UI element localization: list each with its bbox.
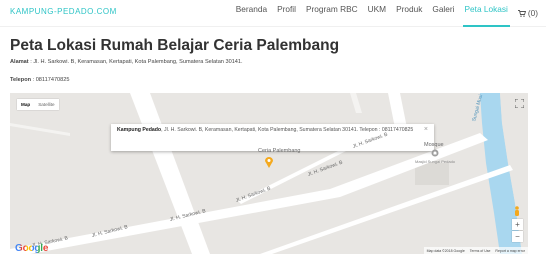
pegman-icon[interactable] bbox=[513, 206, 521, 218]
page-title-strong: Rumah Belajar Ceria Palembang bbox=[100, 37, 340, 54]
map-type-satellite[interactable]: Satellite bbox=[34, 99, 58, 110]
mosque-label: Mosque bbox=[424, 142, 444, 148]
map-type-control: Map Satellite bbox=[17, 99, 59, 110]
address-value: : Jl. H. Sarkowi. B, Keramasan, Kertapat… bbox=[28, 59, 243, 65]
nav-item-program-rbc[interactable]: Program RBC bbox=[306, 0, 358, 27]
address-line: Alamat : Jl. H. Sarkowi. B, Keramasan, K… bbox=[10, 59, 243, 65]
info-window-title: Kampung Pedado bbox=[117, 127, 162, 133]
poi-label: Ceria Palembang bbox=[258, 148, 301, 154]
map-marker-icon[interactable] bbox=[264, 156, 274, 168]
attribution-map-data: Map data ©2018 Google bbox=[426, 248, 465, 253]
page-title: Peta Lokasi Rumah Belajar Ceria Palemban… bbox=[10, 37, 339, 55]
map-embed[interactable]: Map Satellite Sungai Musi Kampung Pedado… bbox=[10, 93, 528, 254]
zoom-in-button[interactable]: + bbox=[512, 219, 523, 230]
phone-line: Telepon : 08117470825 bbox=[10, 77, 70, 83]
nav-item-profil[interactable]: Profil bbox=[277, 0, 296, 27]
close-icon[interactable]: × bbox=[424, 126, 428, 133]
map-attribution: Map data ©2018 Google Terms of Use Repor… bbox=[423, 247, 528, 254]
nav-item-galeri[interactable]: Galeri bbox=[432, 0, 454, 27]
info-window-text: , Jl. H. Sarkowi. B, Keramasan, Kertapat… bbox=[161, 127, 414, 133]
mosque-sublabel: Masjid Sungai Pedado bbox=[415, 159, 456, 164]
map-type-map[interactable]: Map bbox=[17, 99, 34, 110]
nav-item-ukm[interactable]: UKM bbox=[368, 0, 386, 27]
nav-item-peta-lokasi[interactable]: Peta Lokasi bbox=[462, 0, 511, 27]
brand-logo[interactable]: KAMPUNG-PEDADO.COM bbox=[10, 7, 117, 16]
nav-item-beranda[interactable]: Beranda bbox=[236, 0, 267, 27]
map-tiles[interactable] bbox=[10, 93, 528, 254]
fullscreen-icon[interactable] bbox=[515, 99, 524, 108]
zoom-out-button[interactable]: − bbox=[512, 231, 523, 242]
google-logo: Google bbox=[15, 243, 48, 254]
page-title-prefix: Peta Lokasi bbox=[10, 37, 101, 54]
navbar: KAMPUNG-PEDADO.COM Beranda Profil Progra… bbox=[0, 0, 546, 27]
attribution-terms-link[interactable]: Terms of Use bbox=[470, 249, 491, 253]
cart-count: (0) bbox=[527, 8, 538, 18]
nav-item-produk[interactable]: Produk bbox=[396, 0, 422, 27]
address-label: Alamat bbox=[10, 59, 29, 65]
phone-label: Telepon bbox=[10, 77, 32, 83]
google-logo-text: Google bbox=[15, 243, 49, 254]
cart-link[interactable]: (0) bbox=[517, 0, 538, 27]
cart-icon bbox=[517, 10, 526, 17]
nav-menu: Beranda Profil Program RBC UKM Produk Ga… bbox=[226, 0, 538, 27]
phone-value: : 08117470825 bbox=[31, 77, 70, 83]
attribution-report-link[interactable]: Report a map error bbox=[495, 249, 525, 253]
mosque-icon bbox=[431, 149, 439, 157]
